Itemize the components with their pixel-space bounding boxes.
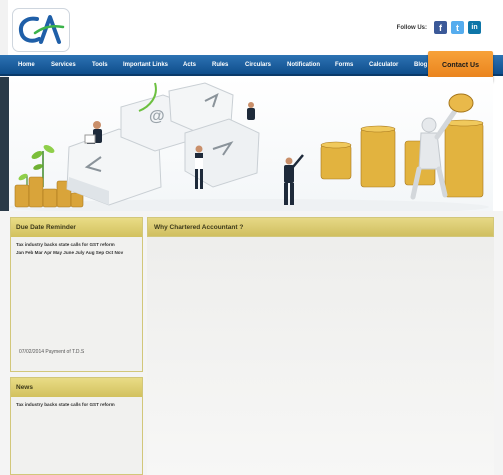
due-date-item[interactable]: 07/02/2014 Payment of T.D.S xyxy=(19,349,84,355)
ca-logo-icon xyxy=(18,15,65,44)
nav-tools[interactable]: Tools xyxy=(92,55,108,76)
nav-forms[interactable]: Forms xyxy=(335,55,353,76)
coin-stacks-right xyxy=(320,119,484,198)
news-headline[interactable]: Tax industry backs state calls for GST r… xyxy=(11,401,142,409)
hero-banner: @ xyxy=(9,77,493,211)
nav-blog[interactable]: Blog xyxy=(414,55,427,76)
banner-illustration: @ xyxy=(9,82,489,211)
keyboard-keys: @ xyxy=(66,82,260,206)
follow-us: Follow Us: f t in xyxy=(397,21,481,34)
nav-home[interactable]: Home xyxy=(18,55,35,76)
twitter-icon[interactable]: t xyxy=(451,21,464,34)
nav-calculator[interactable]: Calculator xyxy=(369,55,398,76)
nav-important-links[interactable]: Important Links xyxy=(123,55,168,76)
news-title: News xyxy=(11,378,142,397)
due-date-panel: Due Date Reminder Tax industry backs sta… xyxy=(10,217,143,372)
businessman-sitting xyxy=(84,121,102,144)
nav-services[interactable]: Services xyxy=(51,55,76,76)
news-panel: News Tax industry backs state calls for … xyxy=(10,377,143,475)
nav-circulars[interactable]: Circulars xyxy=(245,55,271,76)
businessman-top xyxy=(247,102,255,120)
svg-text:@: @ xyxy=(149,108,165,125)
due-date-title: Due Date Reminder xyxy=(11,218,142,237)
nav-acts[interactable]: Acts xyxy=(183,55,196,76)
month-list[interactable]: Jan Feb Mar Apr May June July Aug Sep Oc… xyxy=(11,249,142,257)
nav-rules[interactable]: Rules xyxy=(212,55,228,76)
main-title: Why Chartered Accountant ? xyxy=(147,217,494,237)
ca-logo[interactable] xyxy=(12,8,70,52)
site-header: Follow Us: f t in xyxy=(8,5,495,55)
follow-label: Follow Us: xyxy=(396,24,427,31)
due-date-headline[interactable]: Tax industry backs state calls for GST r… xyxy=(11,241,142,249)
nav-notification[interactable]: Notification xyxy=(287,55,320,76)
banner-edge xyxy=(0,77,9,211)
businessman-pointing xyxy=(284,154,304,205)
main-content-panel: Why Chartered Accountant ? xyxy=(147,217,494,475)
facebook-icon[interactable]: f xyxy=(434,21,447,34)
linkedin-icon[interactable]: in xyxy=(468,21,481,34)
